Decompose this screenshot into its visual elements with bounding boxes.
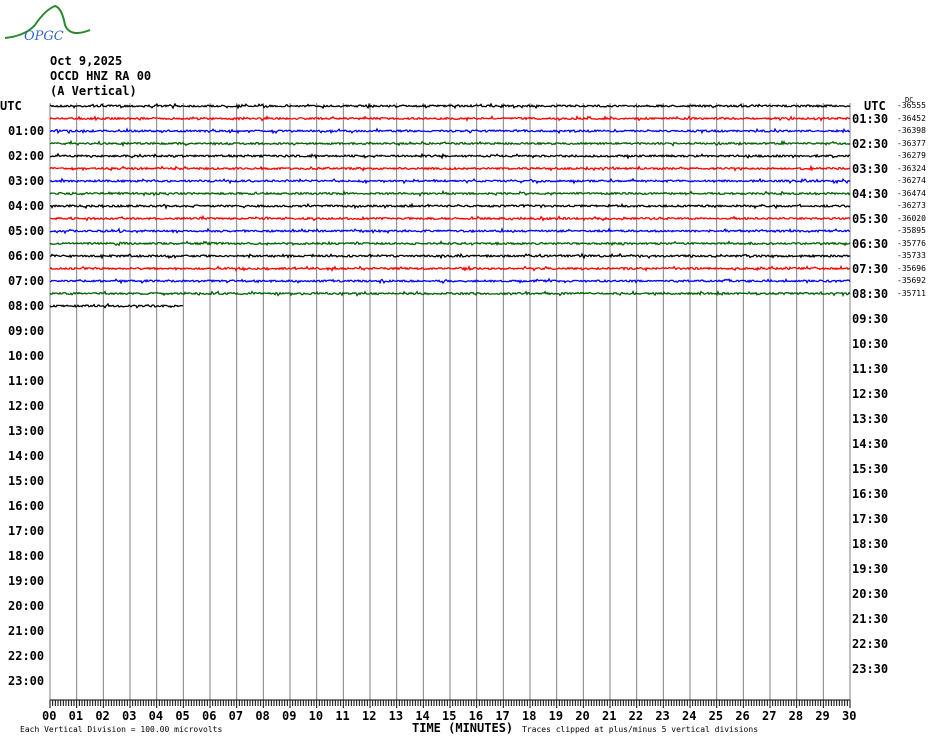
hour-label-right: 05:30 <box>852 211 889 226</box>
hour-label-right: 08:30 <box>852 286 889 301</box>
hour-label-left: 09:00 <box>8 324 45 338</box>
hour-label-right: 12:30 <box>852 386 889 401</box>
hour-label-right: 07:30 <box>852 261 889 276</box>
x-tick-label: 23 <box>655 709 670 723</box>
x-tick-label: 20 <box>575 709 590 723</box>
dc-offset-label: -36279 <box>897 151 926 160</box>
dc-offset-label: -36452 <box>897 113 926 123</box>
hour-label-left: 15:00 <box>8 474 45 488</box>
x-tick-label: 12 <box>362 709 377 723</box>
x-tick-label: 27 <box>762 709 777 723</box>
x-tick-label: 30 <box>842 709 857 723</box>
hour-label-right: 13:30 <box>852 411 889 426</box>
hour-label-left: 03:00 <box>8 174 45 188</box>
hour-label-right: 16:30 <box>852 486 889 501</box>
dc-offset-label: -36274 <box>897 176 926 185</box>
hour-label-left: 17:00 <box>8 524 45 538</box>
x-tick-label: 11 <box>335 709 350 723</box>
dc-offset-label: -35733 <box>897 251 926 260</box>
dc-offset-label: -35711 <box>897 288 926 298</box>
hour-label-left: 16:00 <box>8 499 45 513</box>
hour-label-left: 14:00 <box>8 449 45 463</box>
hour-label-left: 07:00 <box>8 274 45 288</box>
hour-label-left: 12:00 <box>8 399 45 413</box>
hour-label-left: 21:00 <box>8 624 45 638</box>
hour-label-right: 23:30 <box>852 661 889 676</box>
dc-offset-label: -35776 <box>897 238 926 248</box>
x-tick-label: 22 <box>628 709 644 723</box>
helicorder-plot <box>49 102 851 708</box>
x-tick-label: 01 <box>68 709 84 723</box>
dc-offset-label: -36474 <box>897 188 926 198</box>
hour-label-right: 18:30 <box>852 536 889 551</box>
dc-label: DC <box>905 96 914 104</box>
hour-label-right: 06:30 <box>852 236 889 251</box>
hour-label-right: 04:30 <box>852 186 889 201</box>
hour-label-left: 11:00 <box>8 374 45 388</box>
footer-scale: Each Vertical Division = 100.00 microvol… <box>20 725 223 734</box>
hour-label-left: 06:00 <box>8 249 45 263</box>
hour-label-right: 19:30 <box>852 561 889 576</box>
hour-label-right: 09:30 <box>852 311 889 326</box>
hour-label-right: 15:30 <box>852 461 889 476</box>
hour-label-left: 22:00 <box>8 649 45 663</box>
x-tick-label: 28 <box>788 709 804 723</box>
hour-label-right: 01:30 <box>852 111 889 126</box>
x-tick-label: 00 <box>42 709 57 723</box>
x-tick-label: 09 <box>282 709 297 723</box>
hour-label-left: 23:00 <box>8 674 45 688</box>
hour-label-right: 14:30 <box>852 436 889 451</box>
x-tick-label: 13 <box>388 709 404 723</box>
hour-label-right: 10:30 <box>852 336 889 351</box>
hour-label-right: 20:30 <box>852 586 889 601</box>
x-tick-label: 03 <box>122 709 137 723</box>
hour-label-left: 18:00 <box>8 549 45 563</box>
hour-label-right: 22:30 <box>852 636 889 651</box>
dc-offset-label: -36377 <box>897 138 926 148</box>
x-tick-label: 04 <box>148 709 164 723</box>
x-tick-label: 08 <box>255 709 270 723</box>
hour-label-left: 19:00 <box>8 574 45 588</box>
dc-offset-label: -36020 <box>897 213 926 223</box>
hour-label-right: 17:30 <box>852 511 889 526</box>
hour-label-right: 02:30 <box>852 136 889 151</box>
utc-right-label: UTC <box>864 99 886 113</box>
x-tick-label: 19 <box>548 709 564 723</box>
utc-left-label: UTC <box>0 99 22 113</box>
hour-label-left: 10:00 <box>8 349 45 363</box>
hour-label-left: 05:00 <box>8 224 45 238</box>
x-tick-label: 06 <box>202 709 217 723</box>
footer-clip: Traces clipped at plus/minus 5 vertical … <box>522 725 759 734</box>
x-tick-label: 29 <box>815 709 830 723</box>
x-tick-label: 05 <box>175 709 190 723</box>
x-tick-label: 18 <box>522 709 537 723</box>
dc-offset-label: -36398 <box>897 126 926 135</box>
hour-label-left: 04:00 <box>8 199 45 213</box>
dc-offset-label: -35696 <box>897 263 926 273</box>
x-tick-label: 02 <box>95 709 110 723</box>
x-tick-label: 24 <box>682 709 697 723</box>
hour-label-left: 13:00 <box>8 424 45 438</box>
hour-label-left: 02:00 <box>8 149 45 163</box>
seismic-trace <box>49 302 184 309</box>
hour-label-left: 08:00 <box>8 299 45 313</box>
hour-label-right: 03:30 <box>852 161 889 176</box>
x-axis-title: TIME (MINUTES) <box>412 721 514 735</box>
dc-offset-label: -35895 <box>897 226 926 235</box>
hour-label-left: 20:00 <box>8 599 45 613</box>
hour-label-left: 01:00 <box>8 124 45 138</box>
x-tick-label: 21 <box>602 709 617 723</box>
dc-offset-label: -36324 <box>897 163 926 173</box>
dc-offset-label: -35692 <box>897 276 926 285</box>
hour-label-right: 11:30 <box>852 361 889 376</box>
hour-label-right: 21:30 <box>852 611 889 626</box>
x-tick-label: 10 <box>308 709 324 723</box>
x-tick-label: 26 <box>735 709 750 723</box>
dc-offset-label: -36273 <box>897 201 926 210</box>
x-tick-label: 07 <box>228 709 244 723</box>
x-tick-label: 25 <box>708 709 724 723</box>
